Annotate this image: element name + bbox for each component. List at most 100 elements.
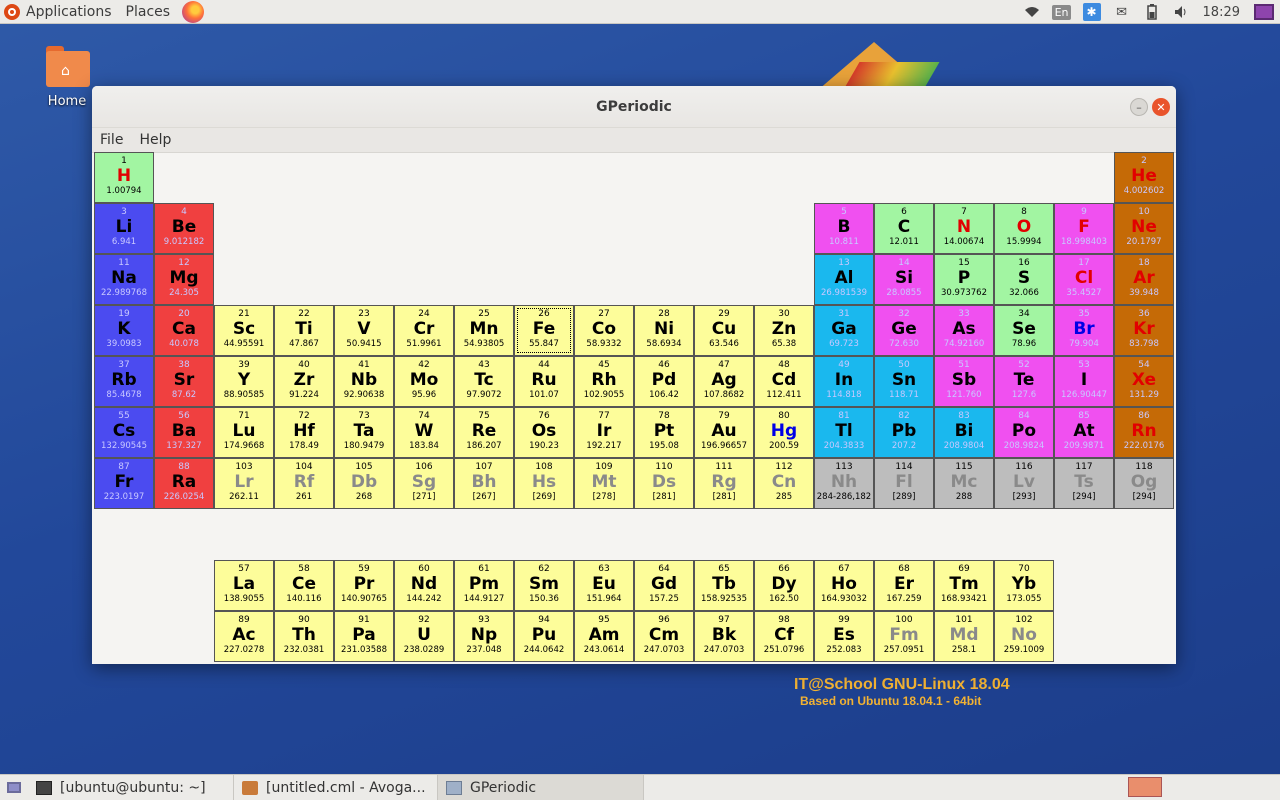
element-cell-tm[interactable]: 69 Tm 168.93421 bbox=[934, 560, 994, 611]
element-cell-lu[interactable]: 71 Lu 174.9668 bbox=[214, 407, 274, 458]
element-cell-ar[interactable]: 18 Ar 39.948 bbox=[1114, 254, 1174, 305]
element-cell-ra[interactable]: 88 Ra 226.0254 bbox=[154, 458, 214, 509]
element-cell-cd[interactable]: 48 Cd 112.411 bbox=[754, 356, 814, 407]
element-cell-v[interactable]: 23 V 50.9415 bbox=[334, 305, 394, 356]
element-cell-zr[interactable]: 40 Zr 91.224 bbox=[274, 356, 334, 407]
element-cell-pa[interactable]: 91 Pa 231.03588 bbox=[334, 611, 394, 662]
element-cell-ag[interactable]: 47 Ag 107.8682 bbox=[694, 356, 754, 407]
element-cell-hg[interactable]: 80 Hg 200.59 bbox=[754, 407, 814, 458]
show-desktop-button[interactable] bbox=[0, 775, 28, 800]
element-cell-pm[interactable]: 61 Pm 144.9127 bbox=[454, 560, 514, 611]
menu-help[interactable]: Help bbox=[131, 132, 179, 148]
element-cell-os[interactable]: 76 Os 190.23 bbox=[514, 407, 574, 458]
element-cell-er[interactable]: 68 Er 167.259 bbox=[874, 560, 934, 611]
element-cell-bh[interactable]: 107 Bh [267] bbox=[454, 458, 514, 509]
element-cell-ta[interactable]: 73 Ta 180.9479 bbox=[334, 407, 394, 458]
element-cell-mt[interactable]: 109 Mt [278] bbox=[574, 458, 634, 509]
element-cell-y[interactable]: 39 Y 88.90585 bbox=[214, 356, 274, 407]
element-cell-sn[interactable]: 50 Sn 118.71 bbox=[874, 356, 934, 407]
element-cell-sm[interactable]: 62 Sm 150.36 bbox=[514, 560, 574, 611]
places-menu[interactable]: Places bbox=[126, 0, 171, 24]
element-cell-bk[interactable]: 97 Bk 247.0703 bbox=[694, 611, 754, 662]
element-cell-cs[interactable]: 55 Cs 132.90545 bbox=[94, 407, 154, 458]
element-cell-md[interactable]: 101 Md 258.1 bbox=[934, 611, 994, 662]
element-cell-h[interactable]: 1 H 1.00794 bbox=[94, 152, 154, 203]
element-cell-au[interactable]: 79 Au 196.96657 bbox=[694, 407, 754, 458]
element-cell-o[interactable]: 8 O 15.9994 bbox=[994, 203, 1054, 254]
battery-icon[interactable] bbox=[1137, 0, 1167, 24]
element-cell-be[interactable]: 4 Be 9.012182 bbox=[154, 203, 214, 254]
applications-menu[interactable]: Applications bbox=[0, 0, 112, 24]
element-cell-cm[interactable]: 96 Cm 247.0703 bbox=[634, 611, 694, 662]
element-cell-tc[interactable]: 43 Tc 97.9072 bbox=[454, 356, 514, 407]
element-cell-ru[interactable]: 44 Ru 101.07 bbox=[514, 356, 574, 407]
bluetooth-icon[interactable]: ✱ bbox=[1077, 0, 1107, 24]
element-cell-p[interactable]: 15 P 30.973762 bbox=[934, 254, 994, 305]
element-cell-te[interactable]: 52 Te 127.6 bbox=[994, 356, 1054, 407]
desktop-home-folder[interactable]: ⌂ Home bbox=[40, 46, 94, 109]
element-cell-xe[interactable]: 54 Xe 131.29 bbox=[1114, 356, 1174, 407]
element-cell-co[interactable]: 27 Co 58.9332 bbox=[574, 305, 634, 356]
element-cell-pd[interactable]: 46 Pd 106.42 bbox=[634, 356, 694, 407]
element-cell-bi[interactable]: 83 Bi 208.9804 bbox=[934, 407, 994, 458]
element-cell-f[interactable]: 9 F 18.998403 bbox=[1054, 203, 1114, 254]
element-cell-ge[interactable]: 32 Ge 72.630 bbox=[874, 305, 934, 356]
element-cell-mc[interactable]: 115 Mc 288 bbox=[934, 458, 994, 509]
element-cell-cf[interactable]: 98 Cf 251.0796 bbox=[754, 611, 814, 662]
element-cell-c[interactable]: 6 C 12.011 bbox=[874, 203, 934, 254]
element-cell-nd[interactable]: 60 Nd 144.242 bbox=[394, 560, 454, 611]
workspace-switcher[interactable] bbox=[1128, 777, 1162, 797]
element-cell-rg[interactable]: 111 Rg [281] bbox=[694, 458, 754, 509]
volume-icon[interactable] bbox=[1167, 0, 1197, 24]
element-cell-in[interactable]: 49 In 114.818 bbox=[814, 356, 874, 407]
element-cell-br[interactable]: 35 Br 79.904 bbox=[1054, 305, 1114, 356]
element-cell-w[interactable]: 74 W 183.84 bbox=[394, 407, 454, 458]
element-cell-ho[interactable]: 67 Ho 164.93032 bbox=[814, 560, 874, 611]
element-cell-li[interactable]: 3 Li 6.941 bbox=[94, 203, 154, 254]
element-cell-al[interactable]: 13 Al 26.981539 bbox=[814, 254, 874, 305]
element-cell-la[interactable]: 57 La 138.9055 bbox=[214, 560, 274, 611]
element-cell-fm[interactable]: 100 Fm 257.0951 bbox=[874, 611, 934, 662]
element-cell-kr[interactable]: 36 Kr 83.798 bbox=[1114, 305, 1174, 356]
close-button[interactable]: ✕ bbox=[1152, 98, 1170, 116]
element-cell-k[interactable]: 19 K 39.0983 bbox=[94, 305, 154, 356]
power-menu-icon[interactable] bbox=[1254, 4, 1274, 20]
element-cell-tb[interactable]: 65 Tb 158.92535 bbox=[694, 560, 754, 611]
element-cell-rb[interactable]: 37 Rb 85.4678 bbox=[94, 356, 154, 407]
element-cell-ts[interactable]: 117 Ts [294] bbox=[1054, 458, 1114, 509]
element-cell-es[interactable]: 99 Es 252.083 bbox=[814, 611, 874, 662]
element-cell-rf[interactable]: 104 Rf 261 bbox=[274, 458, 334, 509]
element-cell-cr[interactable]: 24 Cr 51.9961 bbox=[394, 305, 454, 356]
element-cell-he[interactable]: 2 He 4.002602 bbox=[1114, 152, 1174, 203]
element-cell-ni[interactable]: 28 Ni 58.6934 bbox=[634, 305, 694, 356]
element-cell-ba[interactable]: 56 Ba 137.327 bbox=[154, 407, 214, 458]
element-cell-gd[interactable]: 64 Gd 157.25 bbox=[634, 560, 694, 611]
element-cell-ds[interactable]: 110 Ds [281] bbox=[634, 458, 694, 509]
element-cell-cl[interactable]: 17 Cl 35.4527 bbox=[1054, 254, 1114, 305]
element-cell-mn[interactable]: 25 Mn 54.93805 bbox=[454, 305, 514, 356]
wifi-icon[interactable] bbox=[1017, 0, 1047, 24]
element-cell-na[interactable]: 11 Na 22.989768 bbox=[94, 254, 154, 305]
element-cell-sr[interactable]: 38 Sr 87.62 bbox=[154, 356, 214, 407]
element-cell-hf[interactable]: 72 Hf 178.49 bbox=[274, 407, 334, 458]
element-cell-lv[interactable]: 116 Lv [293] bbox=[994, 458, 1054, 509]
mail-icon[interactable]: ✉ bbox=[1107, 0, 1137, 24]
minimize-button[interactable]: – bbox=[1130, 98, 1148, 116]
element-cell-ga[interactable]: 31 Ga 69.723 bbox=[814, 305, 874, 356]
element-cell-pr[interactable]: 59 Pr 140.90765 bbox=[334, 560, 394, 611]
element-cell-ca[interactable]: 20 Ca 40.078 bbox=[154, 305, 214, 356]
element-cell-u[interactable]: 92 U 238.0289 bbox=[394, 611, 454, 662]
element-cell-i[interactable]: 53 I 126.90447 bbox=[1054, 356, 1114, 407]
element-cell-sb[interactable]: 51 Sb 121.760 bbox=[934, 356, 994, 407]
element-cell-ac[interactable]: 89 Ac 227.0278 bbox=[214, 611, 274, 662]
element-cell-b[interactable]: 5 B 10.811 bbox=[814, 203, 874, 254]
element-cell-mg[interactable]: 12 Mg 24.305 bbox=[154, 254, 214, 305]
keyboard-layout[interactable]: En bbox=[1047, 0, 1077, 24]
element-cell-th[interactable]: 90 Th 232.0381 bbox=[274, 611, 334, 662]
element-cell-sg[interactable]: 106 Sg [271] bbox=[394, 458, 454, 509]
element-cell-ir[interactable]: 77 Ir 192.217 bbox=[574, 407, 634, 458]
element-cell-po[interactable]: 84 Po 208.9824 bbox=[994, 407, 1054, 458]
element-cell-db[interactable]: 105 Db 268 bbox=[334, 458, 394, 509]
element-cell-fl[interactable]: 114 Fl [289] bbox=[874, 458, 934, 509]
element-cell-nb[interactable]: 41 Nb 92.90638 bbox=[334, 356, 394, 407]
